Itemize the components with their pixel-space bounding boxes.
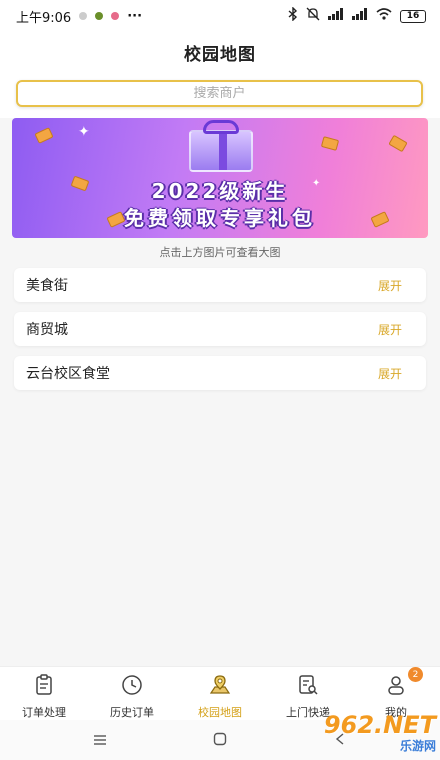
map-pin-icon [208,673,232,701]
section-name: 美食街 [26,278,68,294]
expand-button[interactable]: 展开 [378,277,402,294]
tab-order-processing[interactable]: 订单处理 [0,667,88,720]
section-name: 商贸城 [26,322,68,338]
app-notification-icon-2 [111,12,120,20]
wifi-icon [376,8,392,24]
bluetooth-icon [288,6,298,25]
section-row-trade-center[interactable]: 商贸城 展开 [14,312,426,346]
ticket-icon [388,134,408,153]
search-input[interactable] [18,86,421,101]
notification-badge: 2 [408,667,423,682]
section-row-food-street[interactable]: 美食街 展开 [14,268,426,302]
battery-icon: 16 [400,9,426,23]
banner-caption: 点击上方图片可查看大图 [159,246,281,259]
menu-icon [93,731,107,750]
ticket-icon [320,136,340,151]
mute-icon [306,7,320,25]
promo-banner[interactable]: ✦ ✦ 2022级新生 免费领取专享礼包 [12,118,428,238]
profile-icon [384,673,408,701]
gift-box-icon [189,130,253,172]
tab-campus-map[interactable]: 校园地图 [176,667,264,720]
banner-subheadline: 免费领取专享礼包 [124,206,316,230]
home-button[interactable] [200,730,240,750]
notification-icon [79,12,88,20]
status-bar: 上午9:06 ··· 16 [0,0,440,32]
parcel-search-icon [296,673,320,701]
site-watermark: 962.NET 乐游网 [318,708,436,756]
sparkle-icon: ✦ [78,124,90,140]
banner-headline: 2022级新生 [151,179,289,203]
tab-label: 订单处理 [22,706,66,719]
more-notifications: ··· [127,8,143,24]
tab-order-history[interactable]: 历史订单 [88,667,176,720]
clock-icon [120,673,144,701]
clipboard-icon [32,673,56,701]
watermark-subtitle: 乐游网 [399,738,436,753]
ticket-icon [34,127,54,144]
gift-bow-icon [203,120,239,134]
search-box[interactable] [16,80,423,107]
app-notification-icon [95,12,104,20]
signal-icon [328,8,344,24]
section-name: 云台校区食堂 [26,366,110,382]
section-row-campus-canteen[interactable]: 云台校区食堂 展开 [14,356,426,390]
menu-button[interactable] [80,730,120,750]
expand-button[interactable]: 展开 [378,365,402,382]
search-area [0,72,440,118]
tab-label: 校园地图 [198,706,242,719]
expand-button[interactable]: 展开 [378,321,402,338]
page-title: 校园地图 [184,44,256,65]
watermark-logo: 962.NET [323,710,436,739]
status-time: 上午9:06 [16,10,72,26]
signal-icon-2 [352,8,368,24]
tab-label: 历史订单 [110,706,154,719]
header: 校园地图 [0,32,440,72]
home-icon [213,731,227,750]
